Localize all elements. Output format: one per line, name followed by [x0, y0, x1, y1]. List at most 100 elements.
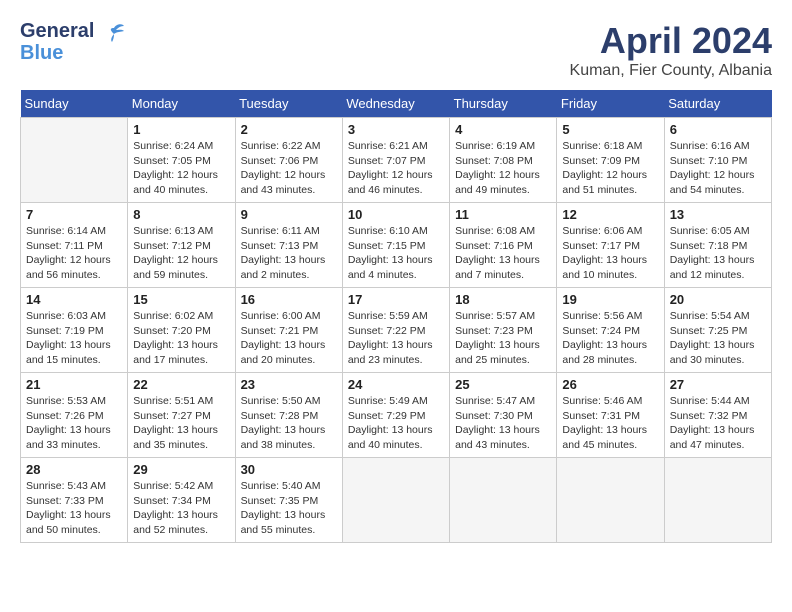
calendar-cell: 11 Sunrise: 6:08 AM Sunset: 7:16 PM Dayli… [450, 203, 557, 288]
day-number: 26 [562, 377, 658, 392]
day-number: 2 [241, 122, 337, 137]
day-number: 8 [133, 207, 229, 222]
logo-blue: Blue [20, 42, 94, 64]
calendar-cell [21, 118, 128, 203]
cell-info: Sunrise: 5:50 AM Sunset: 7:28 PM Dayligh… [241, 394, 337, 453]
cell-info: Sunrise: 5:43 AM Sunset: 7:33 PM Dayligh… [26, 479, 122, 538]
calendar-cell: 21 Sunrise: 5:53 AM Sunset: 7:26 PM Dayli… [21, 373, 128, 458]
day-number: 16 [241, 292, 337, 307]
cell-info: Sunrise: 6:14 AM Sunset: 7:11 PM Dayligh… [26, 224, 122, 283]
weekday-header-row: SundayMondayTuesdayWednesdayThursdayFrid… [21, 90, 772, 118]
day-number: 9 [241, 207, 337, 222]
day-number: 6 [670, 122, 766, 137]
cell-info: Sunrise: 6:18 AM Sunset: 7:09 PM Dayligh… [562, 139, 658, 198]
cell-info: Sunrise: 6:02 AM Sunset: 7:20 PM Dayligh… [133, 309, 229, 368]
cell-info: Sunrise: 5:47 AM Sunset: 7:30 PM Dayligh… [455, 394, 551, 453]
day-number: 25 [455, 377, 551, 392]
cell-info: Sunrise: 6:08 AM Sunset: 7:16 PM Dayligh… [455, 224, 551, 283]
logo: General Blue [20, 20, 128, 64]
calendar-cell: 12 Sunrise: 6:06 AM Sunset: 7:17 PM Dayli… [557, 203, 664, 288]
location: Kuman, Fier County, Albania [570, 62, 772, 80]
page-header: General Blue April 2024 Kuman, Fier Coun… [20, 20, 772, 80]
day-number: 27 [670, 377, 766, 392]
day-number: 14 [26, 292, 122, 307]
weekday-header: Monday [128, 90, 235, 118]
calendar-cell: 28 Sunrise: 5:43 AM Sunset: 7:33 PM Dayli… [21, 458, 128, 543]
cell-info: Sunrise: 5:51 AM Sunset: 7:27 PM Dayligh… [133, 394, 229, 453]
calendar-week-row: 7 Sunrise: 6:14 AM Sunset: 7:11 PM Daylig… [21, 203, 772, 288]
calendar-cell [557, 458, 664, 543]
day-number: 3 [348, 122, 444, 137]
day-number: 4 [455, 122, 551, 137]
day-number: 11 [455, 207, 551, 222]
cell-info: Sunrise: 6:13 AM Sunset: 7:12 PM Dayligh… [133, 224, 229, 283]
calendar-cell: 26 Sunrise: 5:46 AM Sunset: 7:31 PM Dayli… [557, 373, 664, 458]
cell-info: Sunrise: 6:06 AM Sunset: 7:17 PM Dayligh… [562, 224, 658, 283]
cell-info: Sunrise: 5:49 AM Sunset: 7:29 PM Dayligh… [348, 394, 444, 453]
cell-info: Sunrise: 6:16 AM Sunset: 7:10 PM Dayligh… [670, 139, 766, 198]
cell-info: Sunrise: 5:46 AM Sunset: 7:31 PM Dayligh… [562, 394, 658, 453]
calendar-cell: 2 Sunrise: 6:22 AM Sunset: 7:06 PM Daylig… [235, 118, 342, 203]
calendar-cell: 18Sunrise: 5:57 AM Sunset: 7:23 PM Dayli… [450, 288, 557, 373]
calendar-cell: 7 Sunrise: 6:14 AM Sunset: 7:11 PM Daylig… [21, 203, 128, 288]
calendar-cell: 16Sunrise: 6:00 AM Sunset: 7:21 PM Dayli… [235, 288, 342, 373]
day-number: 19 [562, 292, 658, 307]
calendar-cell: 6 Sunrise: 6:16 AM Sunset: 7:10 PM Daylig… [664, 118, 771, 203]
day-number: 17 [348, 292, 444, 307]
cell-info: Sunrise: 5:57 AM Sunset: 7:23 PM Dayligh… [455, 309, 551, 368]
day-number: 28 [26, 462, 122, 477]
calendar-week-row: 21 Sunrise: 5:53 AM Sunset: 7:26 PM Dayli… [21, 373, 772, 458]
day-number: 13 [670, 207, 766, 222]
calendar-cell: 24 Sunrise: 5:49 AM Sunset: 7:29 PM Dayli… [342, 373, 449, 458]
calendar-cell: 29 Sunrise: 5:42 AM Sunset: 7:34 PM Dayli… [128, 458, 235, 543]
calendar-cell: 30Sunrise: 5:40 AM Sunset: 7:35 PM Dayli… [235, 458, 342, 543]
cell-info: Sunrise: 6:10 AM Sunset: 7:15 PM Dayligh… [348, 224, 444, 283]
cell-info: Sunrise: 6:05 AM Sunset: 7:18 PM Dayligh… [670, 224, 766, 283]
calendar-cell: 10 Sunrise: 6:10 AM Sunset: 7:15 PM Dayli… [342, 203, 449, 288]
calendar-cell [450, 458, 557, 543]
day-number: 15 [133, 292, 229, 307]
cell-info: Sunrise: 6:22 AM Sunset: 7:06 PM Dayligh… [241, 139, 337, 198]
cell-info: Sunrise: 6:19 AM Sunset: 7:08 PM Dayligh… [455, 139, 551, 198]
calendar-cell: 1Sunrise: 6:24 AM Sunset: 7:05 PM Daylig… [128, 118, 235, 203]
weekday-header: Saturday [664, 90, 771, 118]
calendar-week-row: 1Sunrise: 6:24 AM Sunset: 7:05 PM Daylig… [21, 118, 772, 203]
logo-bird-icon [100, 20, 128, 54]
cell-info: Sunrise: 5:56 AM Sunset: 7:24 PM Dayligh… [562, 309, 658, 368]
cell-info: Sunrise: 5:42 AM Sunset: 7:34 PM Dayligh… [133, 479, 229, 538]
calendar-week-row: 28 Sunrise: 5:43 AM Sunset: 7:33 PM Dayli… [21, 458, 772, 543]
calendar-cell: 8 Sunrise: 6:13 AM Sunset: 7:12 PM Daylig… [128, 203, 235, 288]
month-title: April 2024 [570, 20, 772, 62]
calendar-cell: 27 Sunrise: 5:44 AM Sunset: 7:32 PM Dayli… [664, 373, 771, 458]
cell-info: Sunrise: 5:44 AM Sunset: 7:32 PM Dayligh… [670, 394, 766, 453]
day-number: 23 [241, 377, 337, 392]
day-number: 21 [26, 377, 122, 392]
calendar-cell: 19 Sunrise: 5:56 AM Sunset: 7:24 PM Dayli… [557, 288, 664, 373]
cell-info: Sunrise: 5:54 AM Sunset: 7:25 PM Dayligh… [670, 309, 766, 368]
cell-info: Sunrise: 6:24 AM Sunset: 7:05 PM Dayligh… [133, 139, 229, 198]
day-number: 5 [562, 122, 658, 137]
calendar-cell [664, 458, 771, 543]
calendar-cell: 14 Sunrise: 6:03 AM Sunset: 7:19 PM Dayli… [21, 288, 128, 373]
weekday-header: Friday [557, 90, 664, 118]
day-number: 24 [348, 377, 444, 392]
calendar-cell: 17Sunrise: 5:59 AM Sunset: 7:22 PM Dayli… [342, 288, 449, 373]
cell-info: Sunrise: 6:03 AM Sunset: 7:19 PM Dayligh… [26, 309, 122, 368]
weekday-header: Tuesday [235, 90, 342, 118]
calendar-cell: 3Sunrise: 6:21 AM Sunset: 7:07 PM Daylig… [342, 118, 449, 203]
cell-info: Sunrise: 6:11 AM Sunset: 7:13 PM Dayligh… [241, 224, 337, 283]
calendar-cell: 23 Sunrise: 5:50 AM Sunset: 7:28 PM Dayli… [235, 373, 342, 458]
weekday-header: Thursday [450, 90, 557, 118]
title-block: April 2024 Kuman, Fier County, Albania [570, 20, 772, 80]
calendar-cell: 13 Sunrise: 6:05 AM Sunset: 7:18 PM Dayli… [664, 203, 771, 288]
day-number: 7 [26, 207, 122, 222]
day-number: 29 [133, 462, 229, 477]
day-number: 10 [348, 207, 444, 222]
cell-info: Sunrise: 5:40 AM Sunset: 7:35 PM Dayligh… [241, 479, 337, 538]
calendar-cell [342, 458, 449, 543]
calendar-cell: 4 Sunrise: 6:19 AM Sunset: 7:08 PM Daylig… [450, 118, 557, 203]
cell-info: Sunrise: 5:53 AM Sunset: 7:26 PM Dayligh… [26, 394, 122, 453]
day-number: 22 [133, 377, 229, 392]
day-number: 12 [562, 207, 658, 222]
weekday-header: Sunday [21, 90, 128, 118]
